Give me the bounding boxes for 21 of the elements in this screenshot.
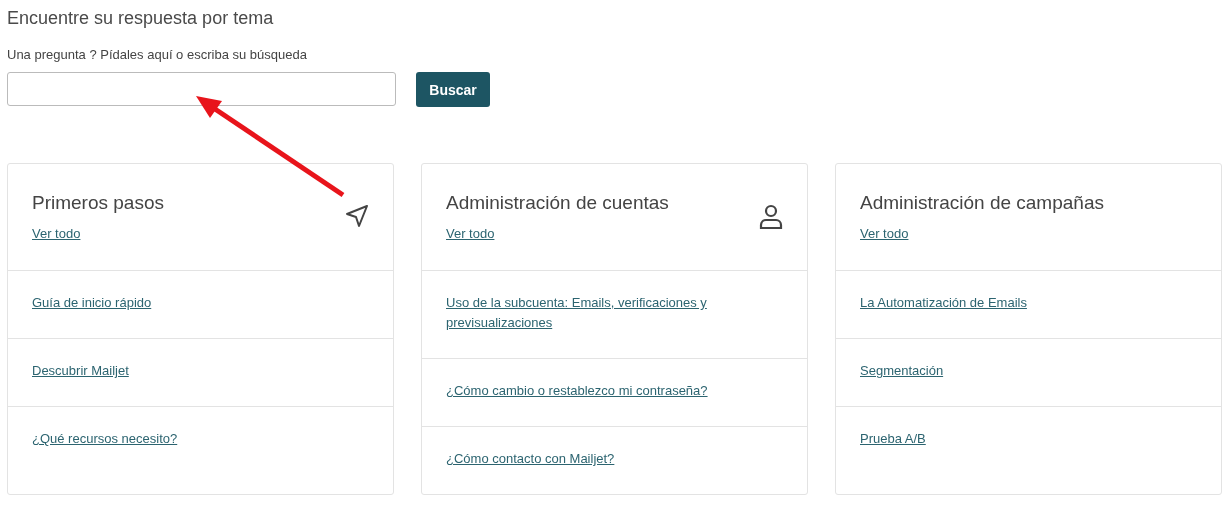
- article-link[interactable]: Uso de la subcuenta: Emails, verificaciones y previsualizaciones: [446, 293, 736, 333]
- article-link[interactable]: ¿Cómo cambio o restablezco mi contraseña?: [446, 381, 708, 401]
- person-icon: [759, 204, 783, 230]
- article-link[interactable]: Descubrir Mailjet: [32, 361, 129, 381]
- card-title: Primeros pasos: [32, 192, 164, 214]
- search-field[interactable]: [7, 72, 396, 106]
- article-link[interactable]: Guía de inicio rápido: [32, 293, 152, 313]
- article-link[interactable]: ¿Cómo contacto con Mailjet?: [446, 449, 615, 469]
- search-label: Una pregunta ? Pídales aquí o escriba su búsqueda: [7, 47, 308, 62]
- search-button[interactable]: Buscar: [416, 72, 490, 107]
- see-all-link[interactable]: Ver todo: [446, 226, 495, 241]
- see-all-link[interactable]: Ver todo: [32, 226, 81, 241]
- card-title: Administración de campañas: [860, 192, 1104, 214]
- article-link[interactable]: ¿Qué recursos necesito?: [32, 429, 178, 449]
- page-heading: Encuentre su respuesta por tema: [7, 7, 275, 30]
- article-link[interactable]: La Automatización de Emails: [860, 293, 1027, 313]
- article-link[interactable]: Segmentación: [860, 361, 944, 381]
- article-link[interactable]: Prueba A/B: [860, 429, 926, 449]
- see-all-link[interactable]: Ver todo: [860, 226, 909, 241]
- card-title: Administración de cuentas: [446, 192, 669, 214]
- send-icon: [345, 204, 369, 228]
